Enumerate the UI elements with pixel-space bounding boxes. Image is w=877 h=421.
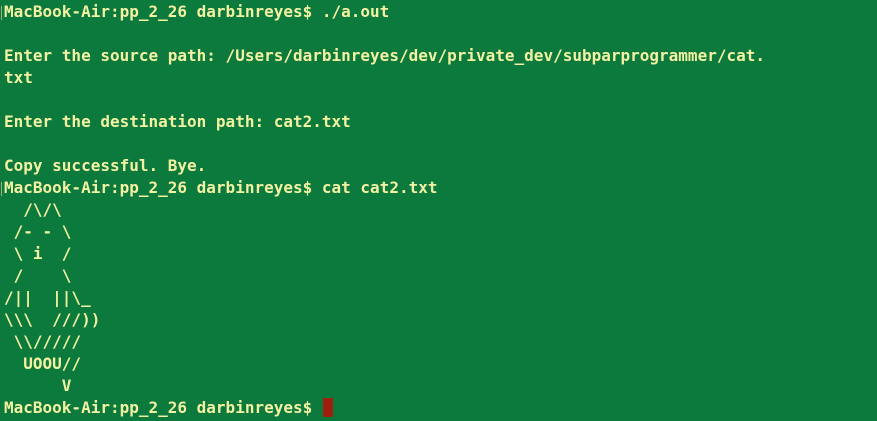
ascii-art-line: \\\ ///)) xyxy=(4,310,101,329)
output-line: Enter the destination path: cat2.txt xyxy=(4,112,351,131)
prompt-marker xyxy=(1,6,2,20)
output-line: Copy successful. Bye. xyxy=(4,156,207,175)
ascii-art-line: /\/\ xyxy=(4,200,62,219)
ascii-art-line: \\///// xyxy=(4,332,82,351)
ascii-art-line: /- - \ xyxy=(4,222,72,241)
text-cursor xyxy=(322,398,333,417)
prompt-marker xyxy=(1,182,2,196)
command-line: MacBook-Air:pp_2_26 darbinreyes$ ./a.out xyxy=(4,2,390,21)
terminal-window[interactable]: MacBook-Air:pp_2_26 darbinreyes$ ./a.out… xyxy=(0,0,877,421)
ascii-art-line: V xyxy=(4,376,72,395)
current-prompt-line[interactable]: MacBook-Air:pp_2_26 darbinreyes$ xyxy=(4,397,877,419)
output-line: Enter the source path: /Users/darbinreye… xyxy=(4,46,765,65)
ascii-art-line: / \ xyxy=(4,266,72,285)
command-line: MacBook-Air:pp_2_26 darbinreyes$ cat cat… xyxy=(4,178,438,197)
ascii-art-line: UOOU// xyxy=(4,354,82,373)
output-line: txt xyxy=(4,68,33,87)
ascii-art-line: /|| ||\_ xyxy=(4,288,91,307)
ascii-art-line: \ i / xyxy=(4,244,72,263)
shell-prompt: MacBook-Air:pp_2_26 darbinreyes$ xyxy=(4,398,322,417)
